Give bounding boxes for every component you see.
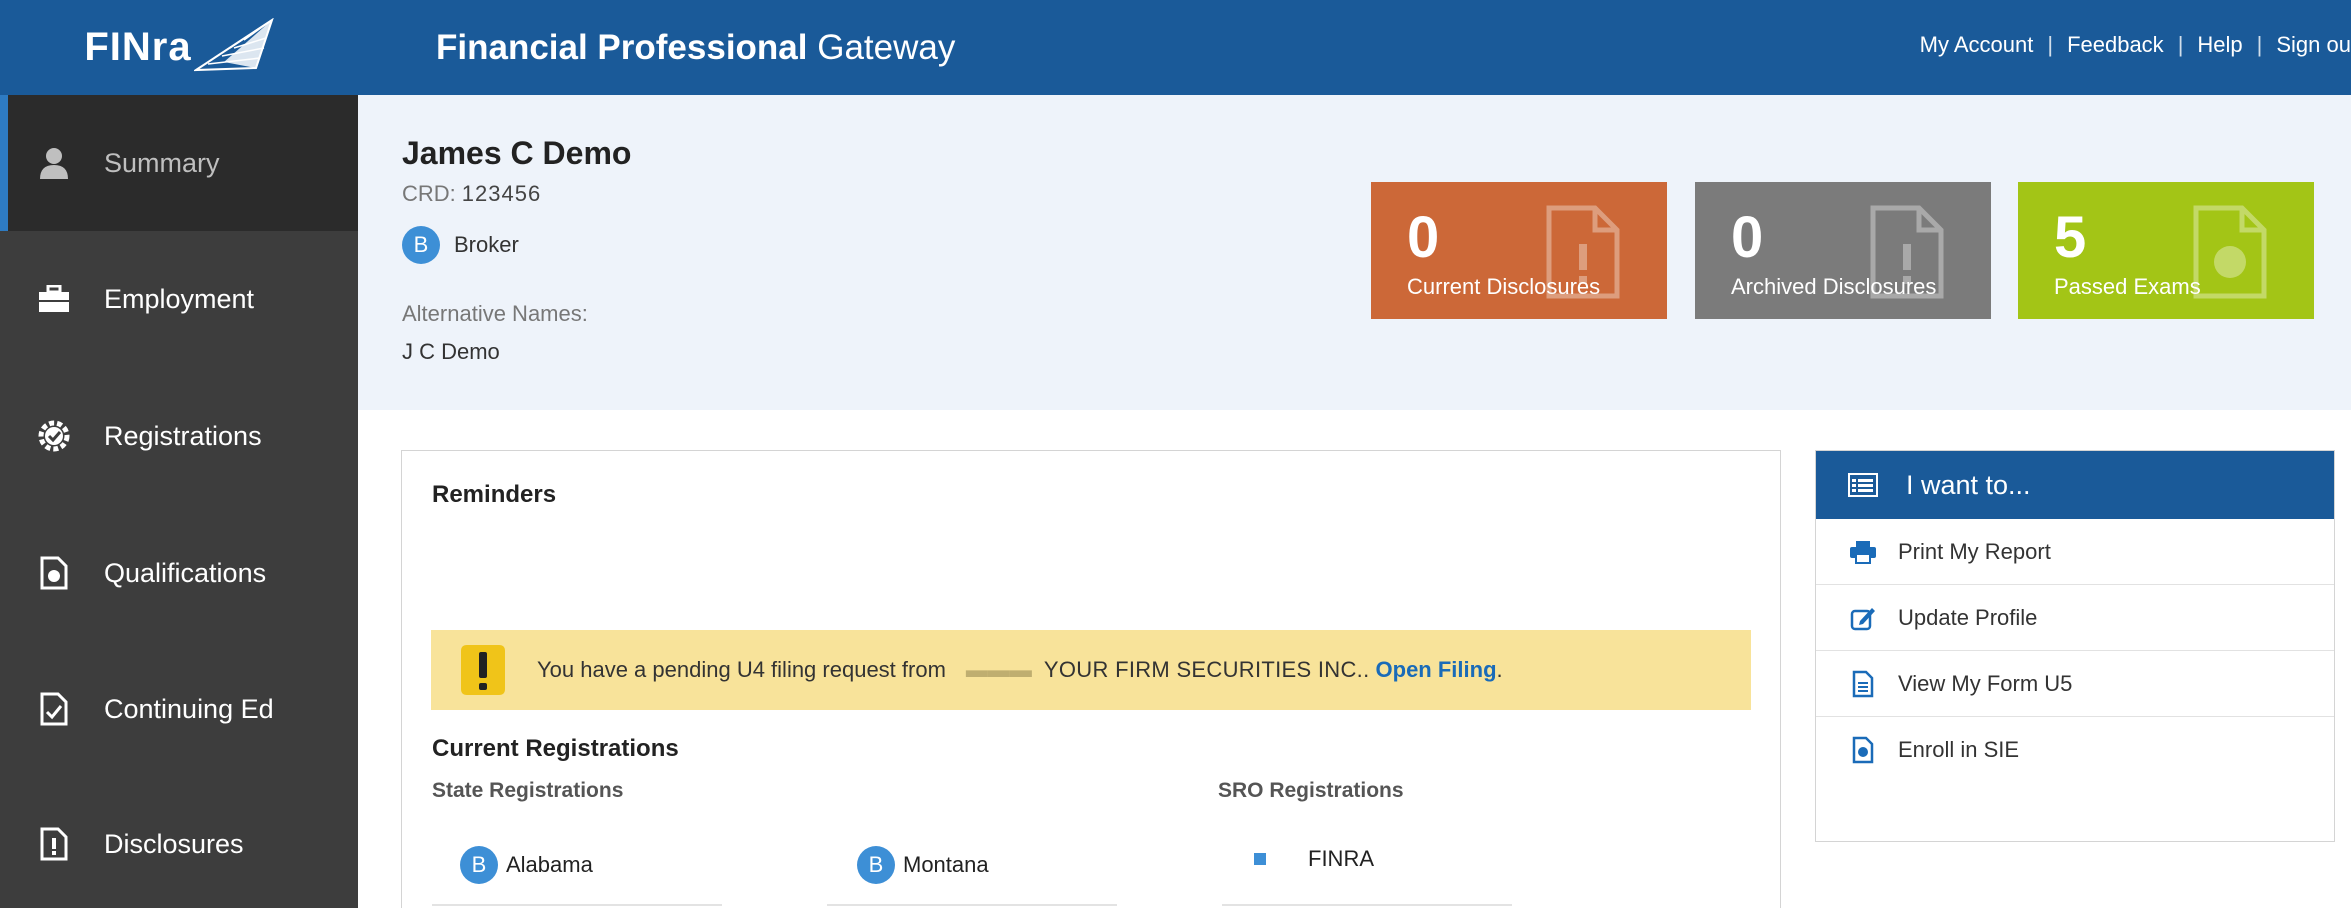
- sidebar-item-label: Registrations: [104, 420, 262, 451]
- want-item-label: Update Profile: [1898, 604, 2038, 630]
- sidebar-item-label: Disclosures: [104, 828, 244, 859]
- top-links: My Account | Feedback | Help | Sign ou: [1920, 32, 2351, 58]
- profile-name: James C Demo: [402, 135, 632, 171]
- state-reg-item: B Montana: [857, 846, 989, 884]
- logo-mark-icon: [193, 17, 274, 71]
- sidebar-item-summary[interactable]: Summary: [0, 95, 358, 231]
- help-link[interactable]: Help: [2197, 32, 2242, 58]
- certificate-doc-icon: [36, 555, 72, 591]
- top-header: Financial Professional Gateway My Accoun…: [358, 0, 2351, 95]
- pending-filing-alert: You have a pending U4 filing request fro…: [431, 630, 1751, 710]
- divider: [827, 904, 1117, 906]
- reg-label: Montana: [903, 852, 989, 877]
- sidebar-item-employment[interactable]: Employment: [0, 231, 358, 367]
- print-my-report-link[interactable]: Print My Report: [1816, 519, 2334, 585]
- checked-doc-icon: [36, 691, 72, 727]
- sidebar-item-registrations[interactable]: Registrations: [0, 368, 358, 504]
- list-card-icon: [1848, 473, 1878, 497]
- tile-label: Archived Disclosures: [1731, 274, 1937, 299]
- warning-icon: [461, 645, 505, 695]
- sidebar: FINra Summary Employment Registrations Q…: [0, 0, 358, 908]
- tile-label: Passed Exams: [2054, 274, 2201, 299]
- tile-label: Current Disclosures: [1407, 274, 1601, 299]
- sidebar-item-label: Summary: [104, 147, 220, 178]
- role-line: B Broker: [402, 226, 519, 264]
- state-registrations-title: State Registrations: [432, 779, 624, 802]
- gear-badge-icon: [36, 418, 72, 454]
- link-separator: |: [2047, 32, 2054, 57]
- passed-exams-tile[interactable]: 5 Passed Exams: [2018, 182, 2314, 319]
- sidebar-item-disclosures[interactable]: Disclosures: [0, 776, 358, 908]
- reminders-title: Reminders: [432, 481, 557, 508]
- document-icon: [1848, 670, 1878, 698]
- my-account-link[interactable]: My Account: [1920, 32, 2034, 58]
- reg-badge: B: [460, 846, 498, 884]
- sro-reg-item: FINRA: [1254, 846, 1374, 872]
- bullet-square-icon: [1254, 853, 1266, 865]
- sidebar-item-label: Employment: [104, 283, 255, 314]
- want-item-label: View My Form U5: [1898, 670, 2073, 696]
- want-item-label: Print My Report: [1898, 538, 2051, 564]
- alt-names-value: J C Demo: [402, 339, 500, 364]
- certificate-doc-icon: [2193, 205, 2267, 299]
- tile-count: 0: [1731, 205, 1764, 270]
- sro-registrations-title: SRO Registrations: [1218, 779, 1404, 802]
- divider: [1222, 904, 1512, 906]
- sign-out-link[interactable]: Sign ou: [2276, 32, 2351, 58]
- printer-icon: [1848, 538, 1878, 566]
- role-label: Broker: [454, 232, 519, 257]
- reminders-card: Reminders You have a pending U4 filing r…: [401, 450, 1781, 908]
- crd-line: CRD: 123456: [402, 181, 541, 207]
- alert-suffix: .: [1496, 657, 1503, 682]
- link-separator: |: [2177, 32, 2184, 57]
- alert-doc-icon: [36, 826, 72, 862]
- certificate-doc-icon: [1848, 736, 1878, 764]
- i-want-to-title: I want to...: [1906, 469, 2031, 500]
- alt-names-label: Alternative Names:: [402, 301, 588, 326]
- tile-count: 5: [2054, 205, 2087, 270]
- role-badge: B: [402, 226, 440, 264]
- enroll-in-sie-link[interactable]: Enroll in SIE: [1816, 717, 2334, 783]
- sidebar-item-qualifications[interactable]: Qualifications: [0, 505, 358, 641]
- reg-label: FINRA: [1308, 846, 1374, 871]
- alert-text: You have a pending U4 filing request fro…: [537, 657, 946, 682]
- briefcase-icon: [36, 281, 72, 317]
- app-title-bold: Financial Professional: [436, 28, 808, 67]
- want-item-label: Enroll in SIE: [1898, 737, 2020, 762]
- link-separator: |: [2256, 32, 2263, 57]
- crd-label: CRD:: [402, 181, 456, 206]
- feedback-link[interactable]: Feedback: [2067, 32, 2164, 58]
- i-want-to-panel: I want to... Print My Report Update Prof…: [1815, 450, 2335, 842]
- firm-name: YOUR FIRM SECURITIES INC..: [1043, 657, 1370, 682]
- archived-disclosures-tile[interactable]: 0 Archived Disclosures: [1695, 182, 1991, 319]
- edit-icon: [1848, 604, 1878, 632]
- i-want-to-header: I want to...: [1816, 451, 2334, 519]
- tile-count: 0: [1407, 205, 1440, 270]
- logo-text: FINra: [84, 25, 192, 69]
- person-icon: [36, 145, 72, 181]
- view-form-u5-link[interactable]: View My Form U5: [1816, 651, 2334, 717]
- firm-redaction: ▬▬▬: [965, 657, 1032, 682]
- sidebar-item-label: Qualifications: [104, 557, 267, 588]
- state-reg-item: B Alabama: [460, 846, 593, 884]
- reg-badge: B: [857, 846, 895, 884]
- crd-value: 123456: [461, 181, 542, 206]
- open-filing-link[interactable]: Open Filing: [1376, 657, 1497, 683]
- app-title: Financial Professional Gateway: [436, 28, 955, 68]
- divider: [432, 904, 722, 906]
- app-title-rest: Gateway: [817, 28, 956, 67]
- current-disclosures-tile[interactable]: 0 Current Disclosures: [1371, 182, 1667, 319]
- sidebar-item-label: Continuing Ed: [104, 693, 274, 724]
- current-registrations-title: Current Registrations: [432, 735, 679, 762]
- profile-summary: James C Demo CRD: 123456 B Broker Alterna…: [358, 95, 2351, 410]
- sidebar-item-continuing-ed[interactable]: Continuing Ed: [0, 641, 358, 777]
- reg-label: Alabama: [506, 852, 593, 877]
- finra-logo[interactable]: FINra: [0, 0, 358, 95]
- update-profile-link[interactable]: Update Profile: [1816, 585, 2334, 651]
